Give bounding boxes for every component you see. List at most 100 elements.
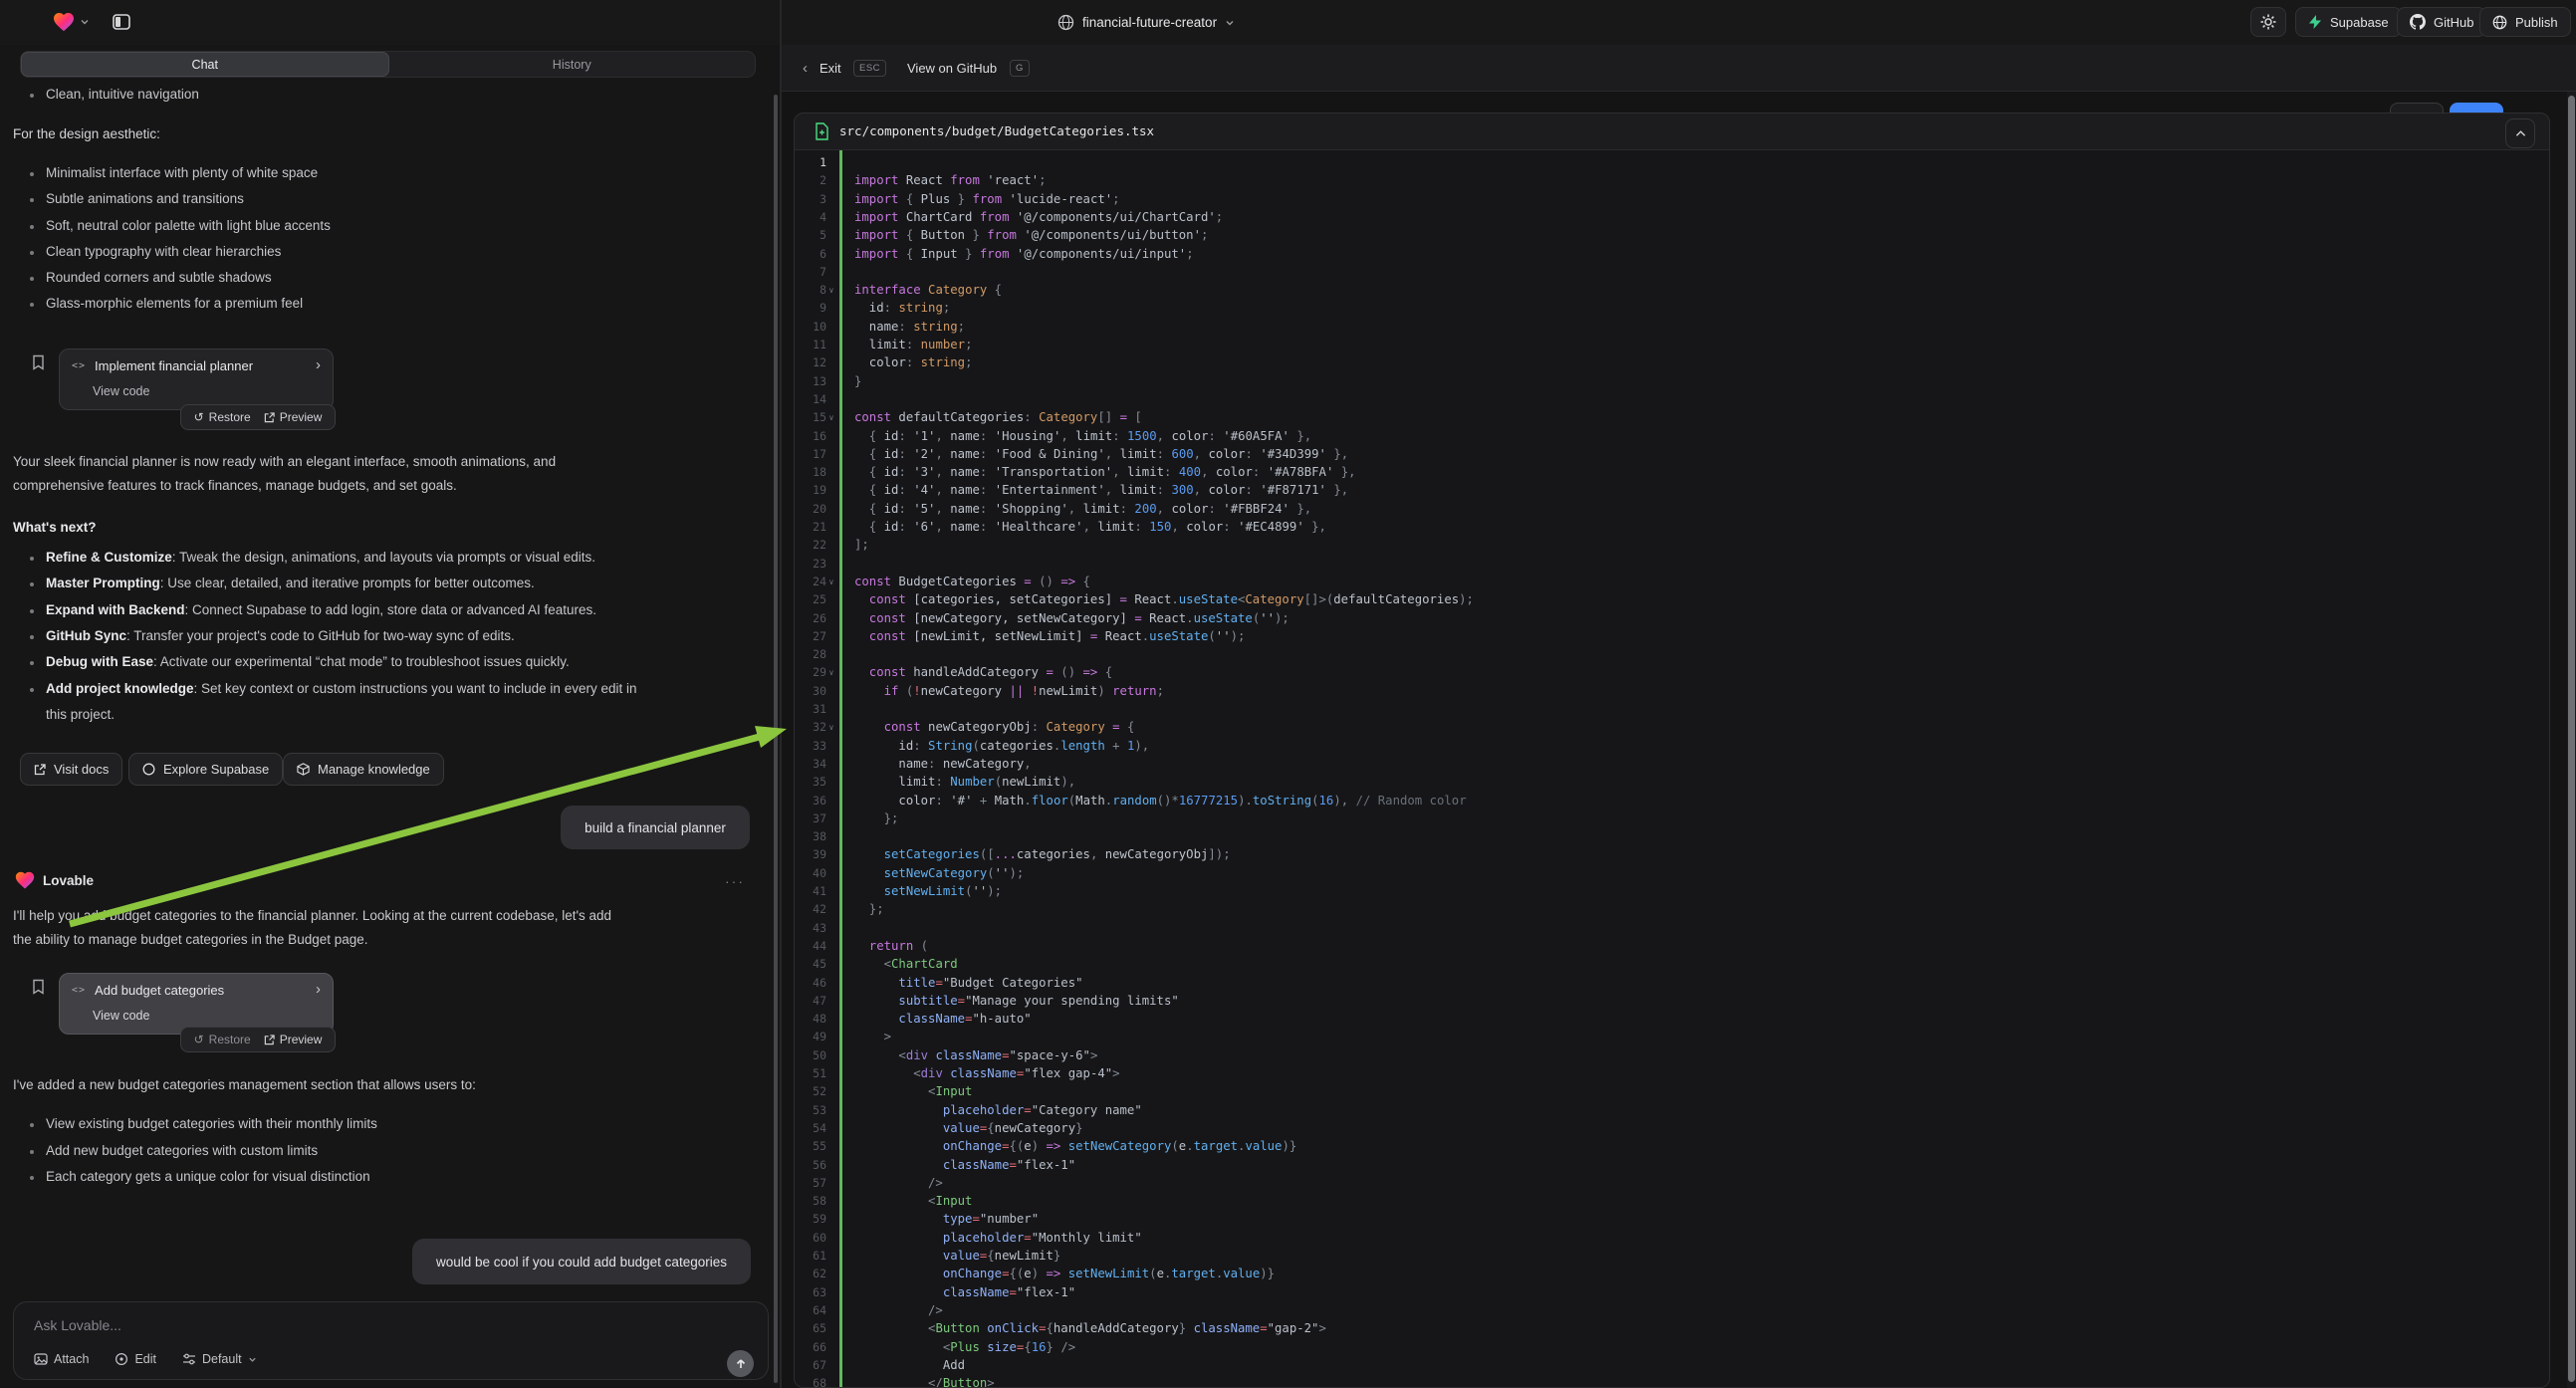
view-on-github-button[interactable]: View on GitHub <box>907 45 997 92</box>
visit-docs-button[interactable]: Visit docs <box>20 753 122 786</box>
attach-button[interactable]: Attach <box>34 1352 89 1366</box>
message-menu-button[interactable]: ··· <box>725 873 745 889</box>
github-button[interactable]: GitHub <box>2397 7 2486 37</box>
toggle-sidebar-icon[interactable] <box>112 12 131 32</box>
tab-history[interactable]: History <box>389 52 756 77</box>
chevron-right-icon: › <box>316 356 321 373</box>
esc-key-badge: ESC <box>853 60 886 77</box>
code-line: 11 limit: number; <box>795 336 2549 353</box>
code-line: 47 subtitle="Manage your spending limits… <box>795 992 2549 1010</box>
code-line: 60 placeholder="Monthly limit" <box>795 1229 2549 1247</box>
bookmark-icon[interactable] <box>31 354 46 370</box>
code-line: 18 { id: '3', name: 'Transportation', li… <box>795 463 2549 481</box>
code-line: 27 const [newLimit, setNewLimit] = React… <box>795 627 2549 645</box>
code-line: 52 <Input <box>795 1082 2549 1100</box>
supabase-icon <box>2308 14 2322 30</box>
external-link-icon <box>264 412 275 423</box>
view-code-link[interactable]: View code <box>93 384 149 398</box>
assistant-paragraph: I'll help you add budget categories to t… <box>13 904 775 951</box>
code-line: 46 title="Budget Categories" <box>795 974 2549 992</box>
top-header: financial-future-creator S <box>0 0 2576 45</box>
lovable-logo-heart-icon[interactable] <box>52 10 76 34</box>
fold-toggle-icon[interactable]: ∨ <box>828 282 834 300</box>
project-chevron-down-icon <box>1225 18 1235 28</box>
bookmark-icon[interactable] <box>31 979 46 995</box>
code-line: 34 name: newCategory, <box>795 755 2549 773</box>
manage-knowledge-button[interactable]: Manage knowledge <box>283 753 444 786</box>
code-line: 17 { id: '2', name: 'Food & Dining', lim… <box>795 445 2549 463</box>
publish-button[interactable]: Publish <box>2479 7 2571 37</box>
mode-select[interactable]: Default <box>182 1352 257 1366</box>
code-line: 22]; <box>795 536 2549 554</box>
code-line: 20 { id: '5', name: 'Shopping', limit: 2… <box>795 500 2549 518</box>
assistant-name: Lovable <box>43 873 94 888</box>
list-item: Master Prompting: Use clear, detailed, a… <box>30 576 535 590</box>
chevron-up-icon <box>2515 129 2526 137</box>
chat-scrollbar[interactable] <box>774 95 778 1383</box>
code-line: 36 color: '#' + Math.floor(Math.random()… <box>795 792 2549 810</box>
window-scrollbar-thumb[interactable] <box>2568 96 2575 1382</box>
code-line: 57 /> <box>795 1174 2549 1192</box>
explore-supabase-button[interactable]: Explore Supabase <box>128 753 283 786</box>
code-line: 14 <box>795 390 2549 408</box>
view-code-link[interactable]: View code <box>93 1009 149 1023</box>
user-message: build a financial planner <box>561 806 750 849</box>
exit-button[interactable]: Exit <box>820 45 841 92</box>
code-line: 42 }; <box>795 900 2549 918</box>
knowledge-box-icon <box>297 763 310 776</box>
code-line: 51 <div className="flex gap-4"> <box>795 1064 2549 1082</box>
tab-chat[interactable]: Chat <box>21 52 389 77</box>
chevron-down-icon <box>248 1355 257 1364</box>
code-line: 10 name: string; <box>795 318 2549 336</box>
code-line: 25 const [categories, setCategories] = R… <box>795 590 2549 608</box>
settings-button[interactable] <box>2250 7 2286 37</box>
code-line: 55 onChange={(e) => setNewCategory(e.tar… <box>795 1137 2549 1155</box>
code-line: 43 <box>795 919 2549 937</box>
logo-chevron-down-icon[interactable] <box>80 17 90 27</box>
globe-icon <box>1057 14 1074 31</box>
file-header[interactable]: src/components/budget/BudgetCategories.t… <box>795 114 2549 150</box>
back-chevron-icon[interactable]: ‹ <box>803 45 808 92</box>
file-diff-card: src/components/budget/BudgetCategories.t… <box>794 113 2550 1388</box>
restore-button[interactable]: ↺ Restore <box>194 410 251 424</box>
code-line: 49 > <box>795 1028 2549 1045</box>
code-line: 29∨ const handleAddCategory = () => { <box>795 663 2549 681</box>
restore-button[interactable]: ↺ Restore <box>194 1033 251 1046</box>
code-line: 67 Add <box>795 1356 2549 1374</box>
composer-input[interactable]: Ask Lovable... <box>34 1317 121 1333</box>
composer[interactable]: Ask Lovable... Attach Edit Default <box>13 1301 769 1380</box>
edit-target-icon <box>115 1352 128 1366</box>
list-item: Each category gets a unique color for vi… <box>30 1169 370 1184</box>
code-line: 28 <box>795 645 2549 663</box>
version-card-add-budget-categories[interactable]: <> Add budget categories › View code <box>59 973 334 1035</box>
code-line: 1 <box>795 153 2549 171</box>
window-scrollbar[interactable] <box>2567 92 2576 1388</box>
preview-button[interactable]: Preview <box>264 1033 323 1046</box>
collapse-file-button[interactable] <box>2505 118 2535 148</box>
code-line: 26 const [newCategory, setNewCategory] =… <box>795 609 2549 627</box>
whats-next-heading: What's next? <box>13 516 96 540</box>
code-line: 63 className="flex-1" <box>795 1283 2549 1301</box>
code-line: 2import React from 'react'; <box>795 171 2549 189</box>
code-line: 59 type="number" <box>795 1210 2549 1228</box>
project-switcher[interactable]: financial-future-creator <box>1057 0 1235 45</box>
code-icon: <> <box>72 985 86 996</box>
fold-toggle-icon[interactable]: ∨ <box>828 719 834 737</box>
preview-button[interactable]: Preview <box>264 410 323 424</box>
fold-toggle-icon[interactable]: ∨ <box>828 409 834 427</box>
code-line: 13} <box>795 372 2549 390</box>
version-title: Add budget categories <box>95 983 224 998</box>
edit-button[interactable]: Edit <box>115 1352 156 1366</box>
supabase-button[interactable]: Supabase <box>2295 7 2402 37</box>
publish-label: Publish <box>2515 15 2558 30</box>
code-line: 31 <box>795 700 2549 718</box>
code-line: 21 { id: '6', name: 'Healthcare', limit:… <box>795 518 2549 536</box>
fold-toggle-icon[interactable]: ∨ <box>828 664 834 682</box>
send-button[interactable] <box>727 1350 754 1377</box>
code-line: 62 onChange={(e) => setNewLimit(e.target… <box>795 1265 2549 1282</box>
version-card-implement-financial-planner[interactable]: <> Implement financial planner › View co… <box>59 348 334 410</box>
code-line: 7 <box>795 263 2549 281</box>
fold-toggle-icon[interactable]: ∨ <box>828 574 834 591</box>
code-line: 15∨const defaultCategories: Category[] =… <box>795 408 2549 426</box>
file-path: src/components/budget/BudgetCategories.t… <box>839 123 1154 138</box>
